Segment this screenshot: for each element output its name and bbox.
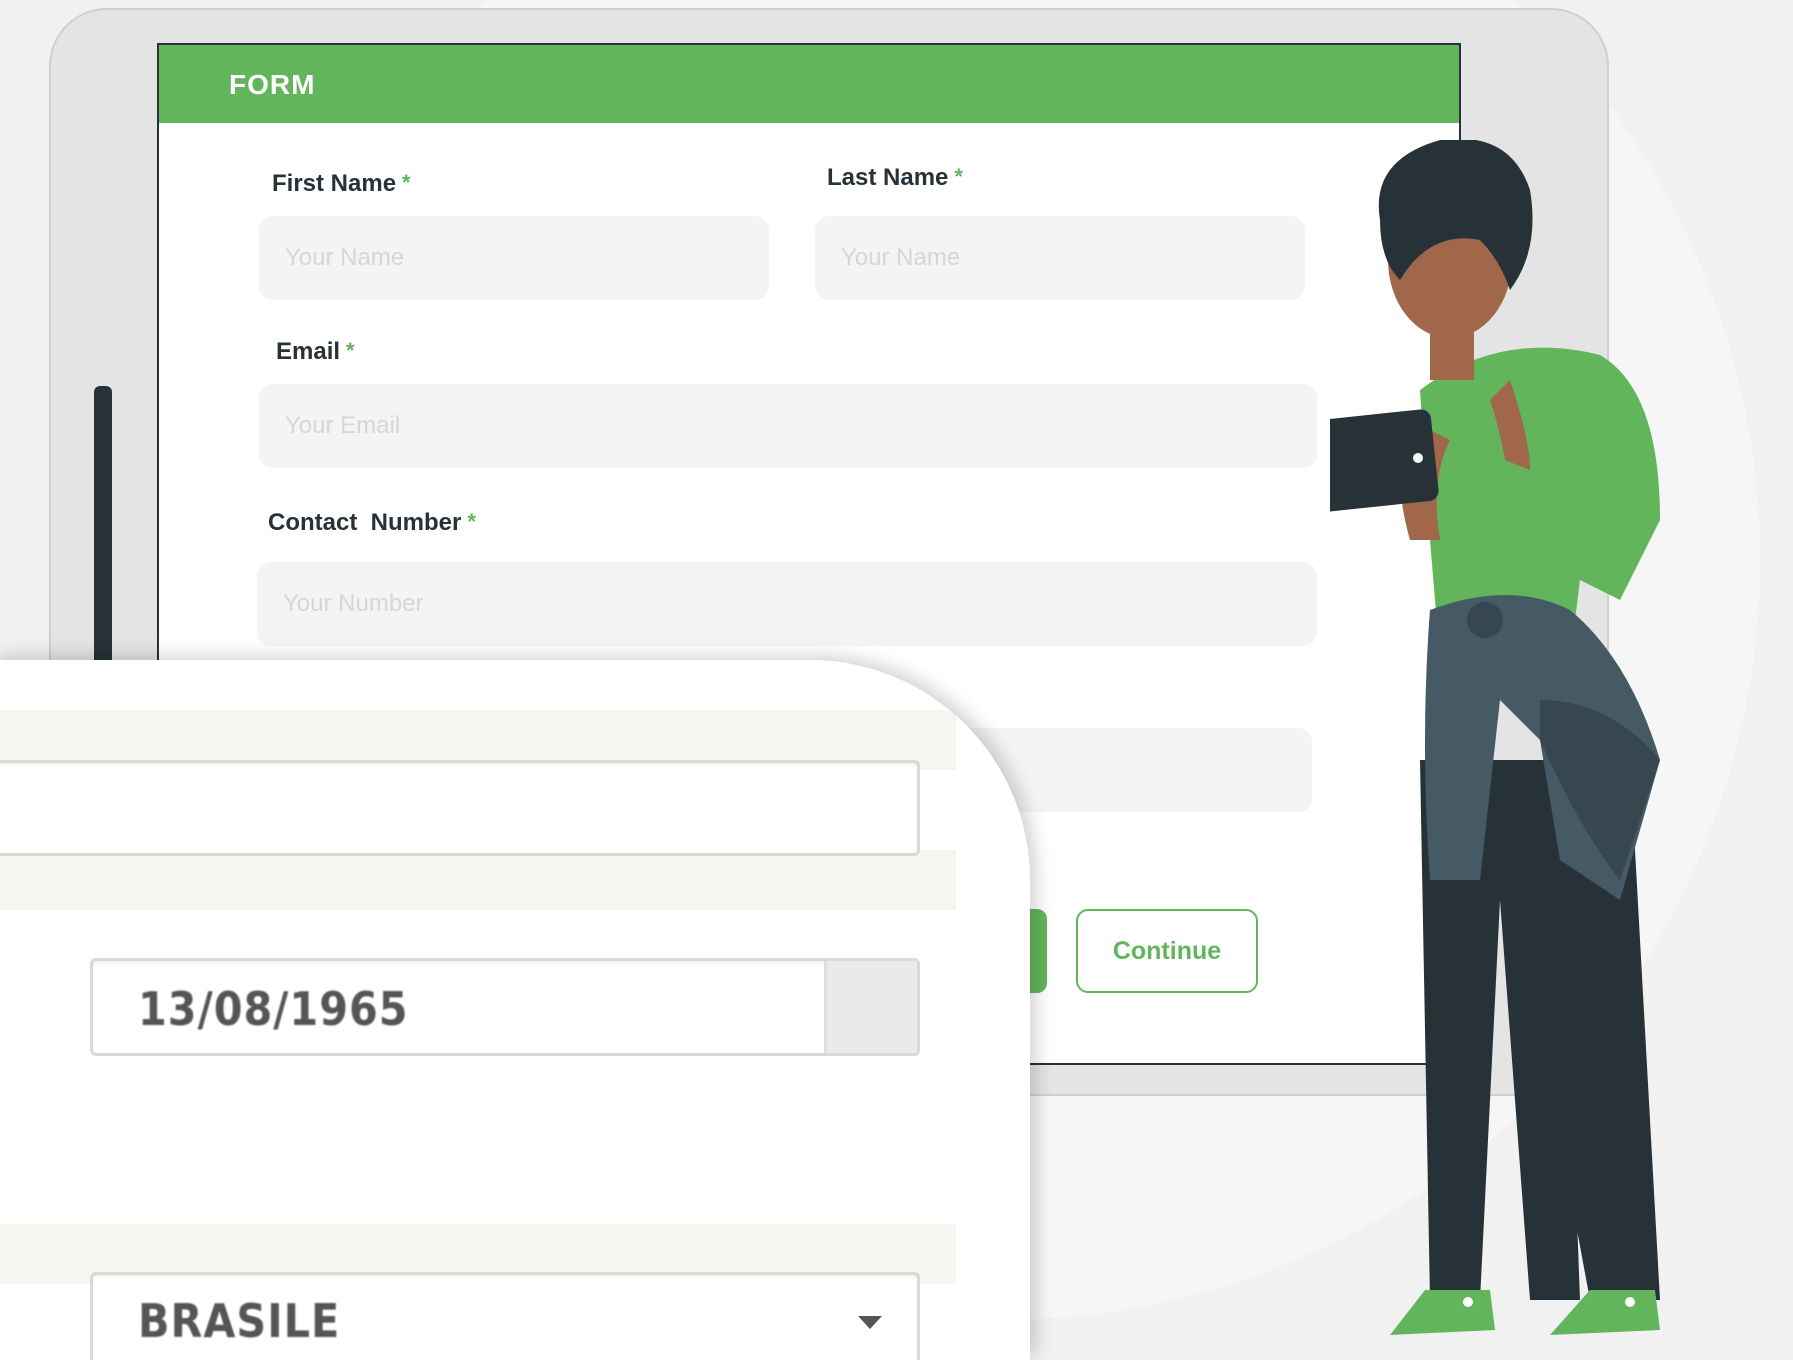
continue-button[interactable]: Continue [1076,909,1258,993]
contact-number-label-text: Contact Number [268,509,462,536]
first-name-input[interactable] [259,216,769,300]
required-mark: * [402,170,411,195]
tablet-side-button [94,386,112,676]
first-name-label-text: First Name [272,170,397,197]
birth-date-value: 13/08/1965 [138,982,409,1036]
date-picker-button[interactable] [824,961,917,1053]
contact-number-input[interactable] [257,562,1317,646]
last-name-label: Last Name * [827,164,963,192]
zoomed-form-detail: 13/08/1965 BRASILE [0,660,1030,1360]
first-name-label: First Name * [272,170,411,198]
required-mark: * [954,164,963,189]
required-mark: * [346,338,355,363]
required-mark: * [467,509,476,534]
person-illustration [1330,140,1660,1335]
zoom-text-input[interactable] [0,760,920,856]
contact-number-label: Contact Number * [268,509,476,537]
form-title: FORM [229,69,316,100]
back-button-edge[interactable] [1027,909,1047,993]
chevron-down-icon[interactable] [858,1316,882,1329]
form-header: FORM [159,45,1459,123]
email-input[interactable] [259,384,1317,468]
email-label-text: Email [276,338,341,365]
country-value: BRASILE [138,1294,341,1348]
last-name-input[interactable] [815,216,1305,300]
zoom-row-band [0,850,956,910]
last-name-label-text: Last Name [827,164,949,191]
email-label: Email * [276,338,355,366]
